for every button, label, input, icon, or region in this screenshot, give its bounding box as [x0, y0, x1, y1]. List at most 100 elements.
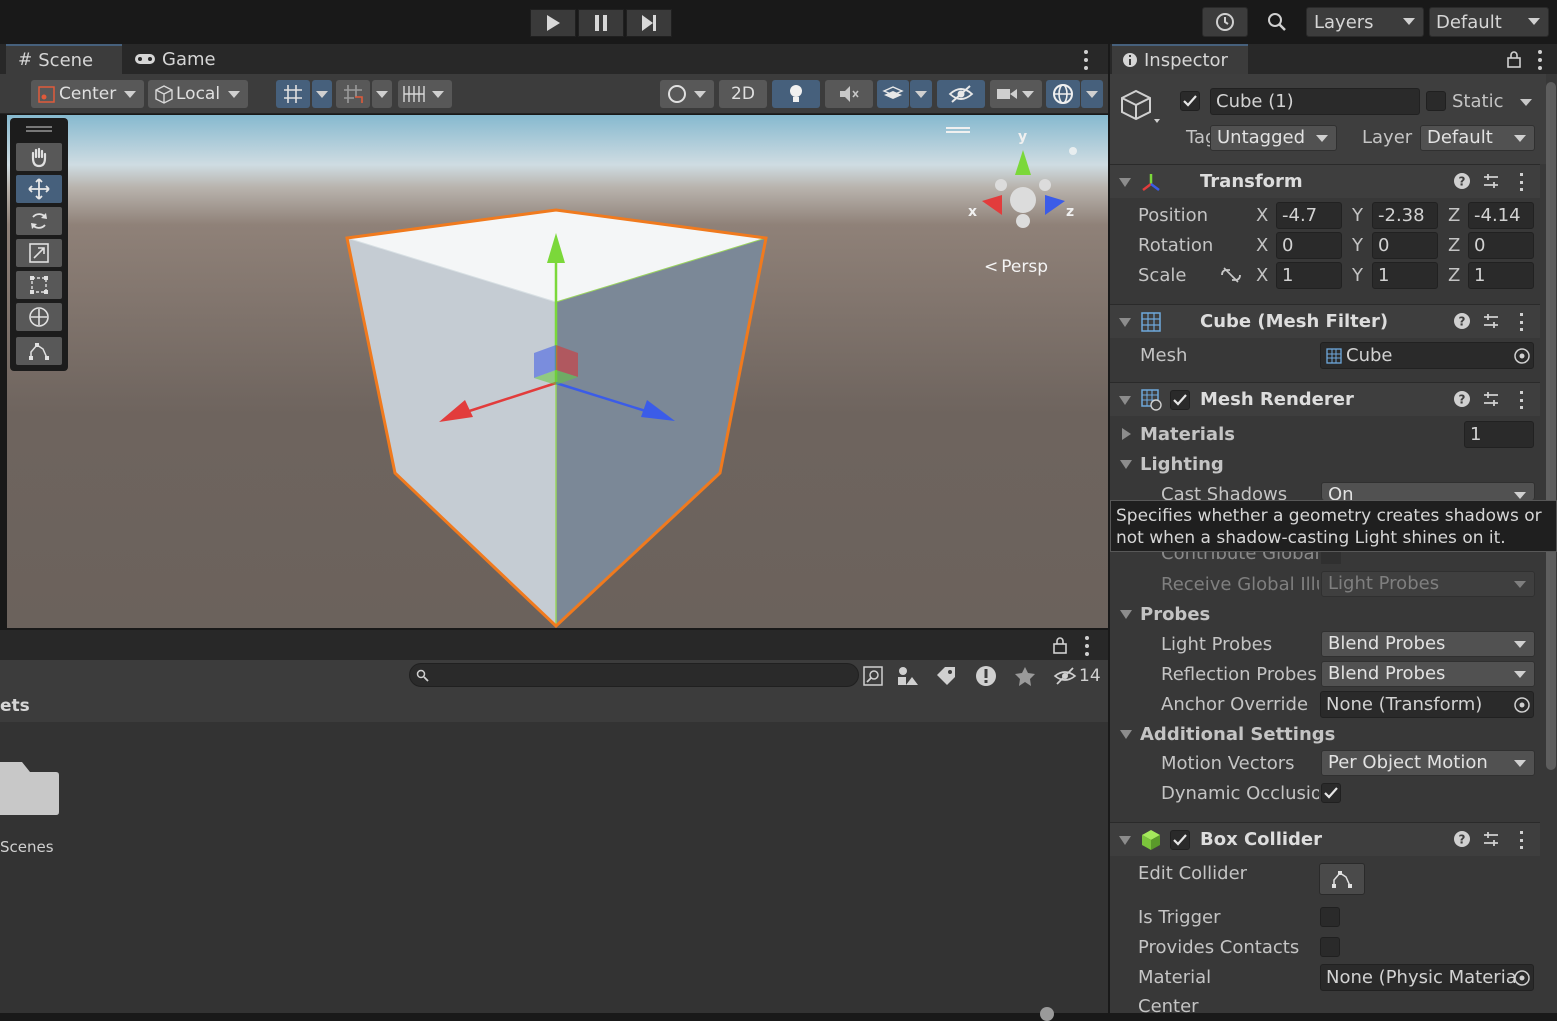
mesh-filter-header[interactable]: Cube (Mesh Filter) ? [1110, 304, 1540, 338]
foldout-arrow-icon[interactable] [1120, 460, 1132, 469]
anchor-override-field[interactable]: None (Transform) [1320, 691, 1534, 718]
position-x-input[interactable]: -4.7 [1276, 202, 1342, 229]
presets-sliders-icon[interactable] [1482, 390, 1500, 408]
static-checkbox[interactable] [1426, 91, 1446, 111]
play-button[interactable] [530, 9, 576, 37]
edit-collider-tool-button[interactable] [16, 337, 62, 365]
tab-game[interactable]: Game [134, 44, 234, 74]
axis-label-x[interactable]: X [1256, 235, 1268, 256]
foldout-arrow-icon[interactable] [1122, 428, 1131, 440]
foldout-arrow-icon[interactable] [1120, 730, 1132, 739]
provides-contacts-checkbox[interactable] [1320, 937, 1340, 957]
hidden-packages-toggle[interactable]: 14 [1053, 663, 1101, 689]
axis-label-y[interactable]: Y [1352, 205, 1363, 226]
box-collider-header[interactable]: Box Collider ? [1110, 822, 1540, 856]
dynamic-occlusion-checkbox[interactable] [1321, 783, 1341, 803]
axis-label-z[interactable]: Z [1448, 265, 1460, 286]
mesh-renderer-enabled-checkbox[interactable] [1170, 390, 1190, 410]
favorite-star-icon[interactable] [1014, 665, 1036, 687]
mesh-renderer-header[interactable]: Mesh Renderer ? [1110, 382, 1540, 416]
gizmos-dropdown[interactable] [1081, 80, 1103, 108]
increment-snap-toggle[interactable] [336, 80, 370, 108]
lock-icon[interactable] [1052, 636, 1068, 654]
move-tool-button[interactable] [16, 175, 62, 203]
materials-label[interactable]: Materials [1140, 424, 1235, 445]
grid-snap-dropdown[interactable] [312, 80, 332, 108]
rotation-y-input[interactable]: 0 [1372, 232, 1438, 259]
grid-snap-toggle[interactable] [276, 80, 310, 108]
inspector-more-icon[interactable] [1536, 50, 1544, 70]
receive-gi-dropdown[interactable]: Light Probes [1321, 571, 1535, 597]
layer-dropdown[interactable]: Default [1420, 125, 1535, 151]
project-search-input[interactable] [409, 663, 859, 687]
mode-2d-toggle[interactable]: 2D [719, 80, 767, 108]
layout-dropdown[interactable]: Default [1429, 7, 1549, 37]
mesh-object-field[interactable]: Cube [1320, 342, 1534, 369]
rotation-x-input[interactable]: 0 [1276, 232, 1342, 259]
transform-header[interactable]: Transform ? [1110, 164, 1540, 198]
lighting-label[interactable]: Lighting [1140, 454, 1224, 475]
search-button[interactable] [1254, 7, 1300, 37]
motion-vectors-dropdown[interactable]: Per Object Motion [1321, 750, 1535, 776]
inspector-scrollbar[interactable] [1546, 82, 1556, 770]
object-picker-icon[interactable] [1513, 969, 1531, 987]
component-menu-icon[interactable] [1518, 173, 1524, 191]
warning-icon[interactable] [974, 664, 998, 688]
tab-inspector[interactable]: Inspector [1112, 44, 1248, 74]
projection-toggle[interactable]: < Persp [984, 257, 1048, 277]
edit-collider-button[interactable] [1319, 863, 1365, 895]
audio-toggle[interactable] [825, 80, 873, 108]
presets-sliders-icon[interactable] [1482, 312, 1500, 330]
axis-label-x[interactable]: X [1256, 265, 1268, 286]
position-y-input[interactable]: -2.38 [1372, 202, 1438, 229]
component-menu-icon[interactable] [1518, 391, 1524, 409]
zoom-slider-handle[interactable] [1040, 1007, 1054, 1021]
rect-tool-button[interactable] [16, 271, 62, 299]
axis-label-y[interactable]: Y [1352, 265, 1363, 286]
layers-dropdown[interactable]: Layers [1306, 7, 1424, 37]
axis-label-x[interactable]: X [1256, 205, 1268, 226]
step-button[interactable] [626, 9, 672, 37]
history-button[interactable] [1202, 7, 1248, 37]
rotate-tool-button[interactable] [16, 207, 62, 235]
position-z-input[interactable]: -4.14 [1468, 202, 1534, 229]
help-icon[interactable]: ? [1453, 830, 1471, 848]
scale-tool-button[interactable] [16, 239, 62, 267]
active-checkbox[interactable] [1180, 91, 1200, 111]
effects-toggle[interactable] [877, 80, 909, 108]
search-in-scene-icon[interactable] [862, 665, 884, 687]
breadcrumb-assets[interactable]: ets [0, 696, 30, 716]
additional-settings-label[interactable]: Additional Settings [1140, 724, 1335, 745]
help-icon[interactable]: ? [1453, 390, 1471, 408]
help-icon[interactable]: ? [1453, 172, 1471, 190]
effects-dropdown[interactable] [910, 80, 932, 108]
scale-z-input[interactable]: 1 [1468, 262, 1534, 289]
shading-mode-dropdown[interactable] [660, 80, 714, 108]
lock-icon[interactable] [1506, 50, 1522, 68]
scene-viewport[interactable]: y x z < Persp [7, 115, 1108, 628]
presets-sliders-icon[interactable] [1482, 830, 1500, 848]
project-more-icon[interactable] [1083, 636, 1091, 656]
presets-sliders-icon[interactable] [1482, 172, 1500, 190]
filter-by-type-icon[interactable] [896, 665, 920, 687]
foldout-arrow-icon[interactable] [1120, 610, 1132, 619]
camera-settings-dropdown[interactable] [990, 80, 1042, 108]
box-collider-enabled-checkbox[interactable] [1170, 830, 1190, 850]
light-probes-dropdown[interactable]: Blend Probes [1321, 631, 1535, 657]
help-icon[interactable]: ? [1453, 312, 1471, 330]
axis-label-y[interactable]: Y [1352, 235, 1363, 256]
folder-item-scenes[interactable]: Scenes [0, 758, 70, 856]
scene-more-icon[interactable] [1080, 50, 1092, 70]
filter-by-label-icon[interactable] [935, 665, 957, 687]
object-picker-icon[interactable] [1513, 347, 1531, 365]
pause-button[interactable] [578, 9, 624, 37]
increment-snap-dropdown[interactable] [372, 80, 392, 108]
constrain-proportions-icon[interactable] [1220, 266, 1242, 284]
tab-scene[interactable]: # Scene [6, 44, 122, 74]
physic-material-field[interactable]: None (Physic Materia [1320, 964, 1534, 991]
rotation-z-input[interactable]: 0 [1468, 232, 1534, 259]
reflection-probes-dropdown[interactable]: Blend Probes [1321, 661, 1535, 687]
materials-count-input[interactable]: 1 [1464, 421, 1534, 448]
static-dropdown-arrow[interactable] [1520, 99, 1532, 106]
scale-y-input[interactable]: 1 [1372, 262, 1438, 289]
